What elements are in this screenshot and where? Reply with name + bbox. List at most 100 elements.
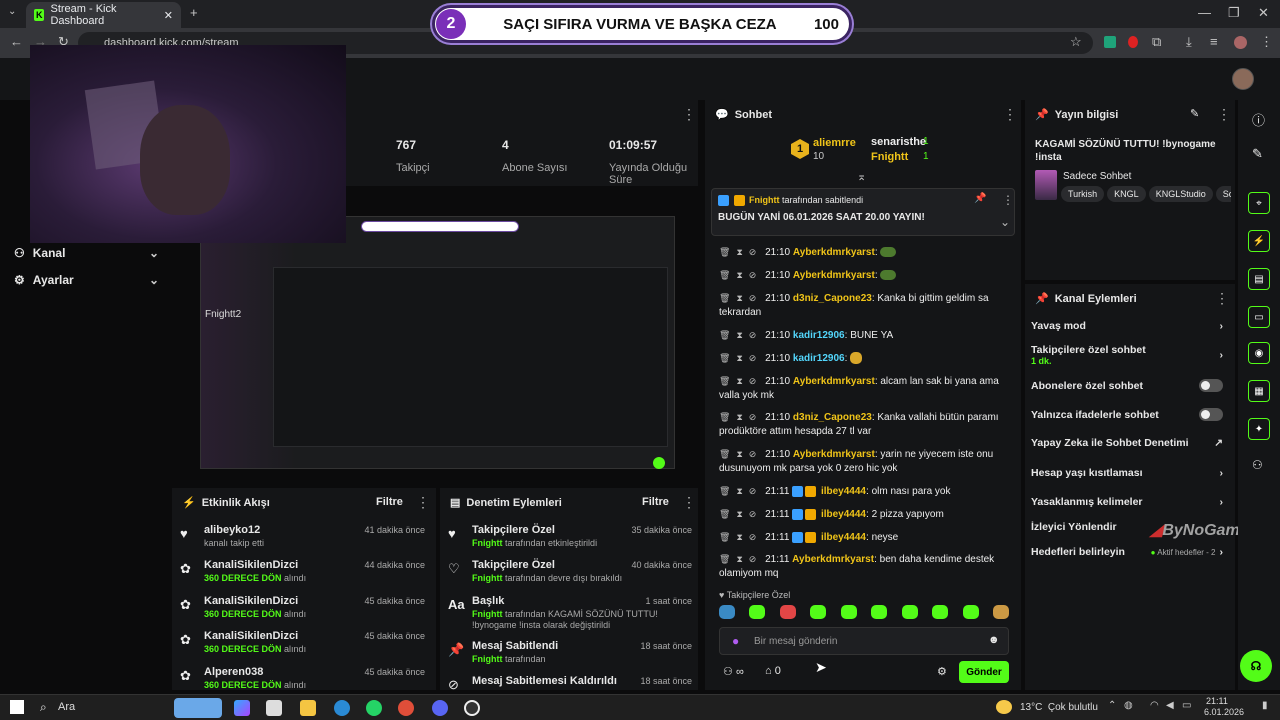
timeout-icon[interactable]: ⧗ (736, 376, 742, 386)
extensions-puzzle-icon[interactable]: ⧉ (1152, 34, 1161, 50)
category-name[interactable]: Sadece Sohbet (1063, 171, 1131, 182)
trash-icon[interactable]: 🗑 (719, 353, 730, 363)
broadcast-icon[interactable]: ◉ (1248, 342, 1270, 364)
bookmark-star-icon[interactable]: ☆ (1070, 34, 1082, 50)
emote-icon[interactable] (901, 605, 918, 619)
moderation-actor[interactable]: Fnightt (472, 609, 503, 619)
timeout-icon[interactable]: ⧗ (736, 532, 742, 542)
message-user[interactable]: d3niz_Capone23 (793, 412, 872, 423)
chat-input-box[interactable]: ● Bir mesaj gönderin ☻ (719, 627, 1009, 655)
search-icon[interactable]: ⌕ (40, 700, 47, 715)
obs-icon[interactable] (464, 700, 480, 716)
trash-icon[interactable]: 🗑 (719, 293, 730, 303)
tag[interactable]: KNGL (1107, 186, 1146, 202)
emote-icon[interactable] (810, 605, 827, 619)
chat-settings-icon[interactable]: ⚙ (937, 665, 947, 678)
chevron-down-icon[interactable]: ⌄ (1000, 215, 1010, 229)
message-user[interactable]: ilbey4444 (821, 532, 866, 543)
emote-icon[interactable] (932, 605, 949, 619)
clock-date[interactable]: 6.01.2026 (1204, 707, 1244, 717)
infinite-points[interactable]: ⚇ ∞ (723, 665, 744, 678)
timeout-icon[interactable]: ⧗ (736, 330, 742, 340)
notifications-icon[interactable]: ▮ (1262, 700, 1268, 711)
emote-icon[interactable] (840, 605, 857, 619)
lightning-icon[interactable]: ⚡ (1248, 230, 1270, 252)
trash-icon[interactable]: 🗑 (719, 330, 730, 340)
users-icon[interactable]: ⚇ (1252, 458, 1263, 472)
close-tab-icon[interactable]: ✕ (164, 9, 173, 22)
message-user[interactable]: kadir12906 (793, 330, 845, 341)
volume-icon[interactable]: ◀ (1166, 700, 1174, 711)
battery-icon[interactable]: ▭ (1182, 700, 1191, 711)
timeout-icon[interactable]: ⧗ (736, 247, 742, 257)
message-user[interactable]: Ayberkdmrkyarst (792, 554, 874, 565)
stream-info-menu-icon[interactable]: ⋮ (1217, 106, 1231, 123)
timeout-icon[interactable]: ⧗ (736, 554, 742, 564)
file-explorer-icon[interactable] (300, 700, 316, 716)
clip-icon[interactable]: ⌖ (1248, 192, 1270, 214)
timeout-icon[interactable]: ⧗ (736, 412, 742, 422)
minimize-icon[interactable]: — (1198, 5, 1211, 20)
message-user[interactable]: Ayberkdmrkyarst (793, 270, 875, 281)
emotes-only-toggle[interactable] (1199, 408, 1223, 421)
timeout-icon[interactable]: ⧗ (736, 270, 742, 280)
document-icon[interactable]: ▤ (1248, 268, 1270, 290)
ban-icon[interactable]: ⊘ (749, 270, 757, 280)
tag[interactable]: Turkish (1061, 186, 1105, 202)
collapse-icon[interactable]: ⌅ (857, 170, 866, 183)
message-user[interactable]: ilbey4444 (821, 486, 866, 497)
layout-icon[interactable]: ▦ (1248, 380, 1270, 402)
trash-icon[interactable]: 🗑 (719, 486, 730, 496)
nav-kanal[interactable]: ⚇ Kanal ⌄ (14, 246, 159, 260)
trash-icon[interactable]: 🗑 (719, 376, 730, 386)
tray-chevron-icon[interactable]: ⌃ (1108, 700, 1116, 711)
windows-start-icon[interactable] (10, 700, 24, 714)
edge-icon[interactable] (334, 700, 350, 716)
info-icon[interactable]: ⓘ (1252, 110, 1265, 129)
taskbar-search[interactable]: Ara (58, 701, 75, 713)
timeout-icon[interactable]: ⧗ (736, 509, 742, 519)
gifter-name[interactable]: Fnightt (871, 151, 908, 163)
subscribers-only-toggle[interactable] (1199, 379, 1223, 392)
stats-menu-icon[interactable]: ⋮ (682, 106, 696, 123)
trash-icon[interactable]: 🗑 (719, 509, 730, 519)
message-user[interactable]: Ayberkdmrkyarst (793, 247, 875, 258)
ban-icon[interactable]: ⊘ (749, 532, 757, 542)
emote-icon[interactable] (779, 605, 796, 619)
chat-menu-icon[interactable]: ⋮ (1003, 106, 1017, 123)
download-icon[interactable]: ⤓ (1186, 34, 1192, 50)
new-tab-icon[interactable]: + (190, 5, 198, 20)
action-account-age[interactable]: Hesap yaşı kısıtlaması › (1031, 467, 1223, 479)
ban-icon[interactable]: ⊘ (749, 554, 757, 564)
moderation-actor[interactable]: Fnightt (472, 654, 503, 664)
emote-icon[interactable] (871, 605, 888, 619)
timeout-icon[interactable]: ⧗ (736, 353, 742, 363)
moderation-actor[interactable]: Fnightt (472, 573, 503, 583)
emote-icon[interactable] (749, 605, 766, 619)
back-icon[interactable]: ← (10, 34, 23, 49)
tab-search-icon[interactable]: ⌄ (8, 6, 16, 17)
timeout-icon[interactable]: ⧗ (736, 293, 742, 303)
emote-icon[interactable] (962, 605, 979, 619)
activity-menu-icon[interactable]: ⋮ (416, 494, 430, 511)
ban-icon[interactable]: ⊘ (749, 412, 757, 422)
chrome-menu-icon[interactable]: ⋮ (1260, 34, 1273, 50)
message-user[interactable]: kadir12906 (793, 353, 845, 364)
ban-icon[interactable]: ⊘ (749, 330, 757, 340)
pinned-by-user[interactable]: Fnightt (749, 195, 780, 205)
message-user[interactable]: Ayberkdmrkyarst (793, 449, 875, 460)
action-slow-mode[interactable]: Yavaş mod › (1031, 320, 1223, 332)
ban-icon[interactable]: ⊘ (749, 353, 757, 363)
media-icon[interactable]: ≡ (1210, 34, 1218, 49)
ban-icon[interactable]: ⊘ (749, 376, 757, 386)
wrench-icon[interactable]: ✦ (1248, 418, 1270, 440)
extension-icon[interactable] (1104, 36, 1116, 48)
channel-points[interactable]: ⌂ 0 (765, 665, 781, 677)
emoji-icon[interactable]: ☻ (988, 634, 1000, 646)
trash-icon[interactable]: 🗑 (719, 532, 730, 542)
ban-icon[interactable]: ⊘ (749, 293, 757, 303)
action-ai-moderation[interactable]: Yapay Zeka ile Sohbet Denetimi ↗ (1031, 437, 1223, 449)
timeout-icon[interactable]: ⧗ (736, 486, 742, 496)
stream-preview-video[interactable]: Fnightt2 (200, 216, 675, 469)
tag[interactable]: KNGLStudio (1148, 186, 1213, 202)
